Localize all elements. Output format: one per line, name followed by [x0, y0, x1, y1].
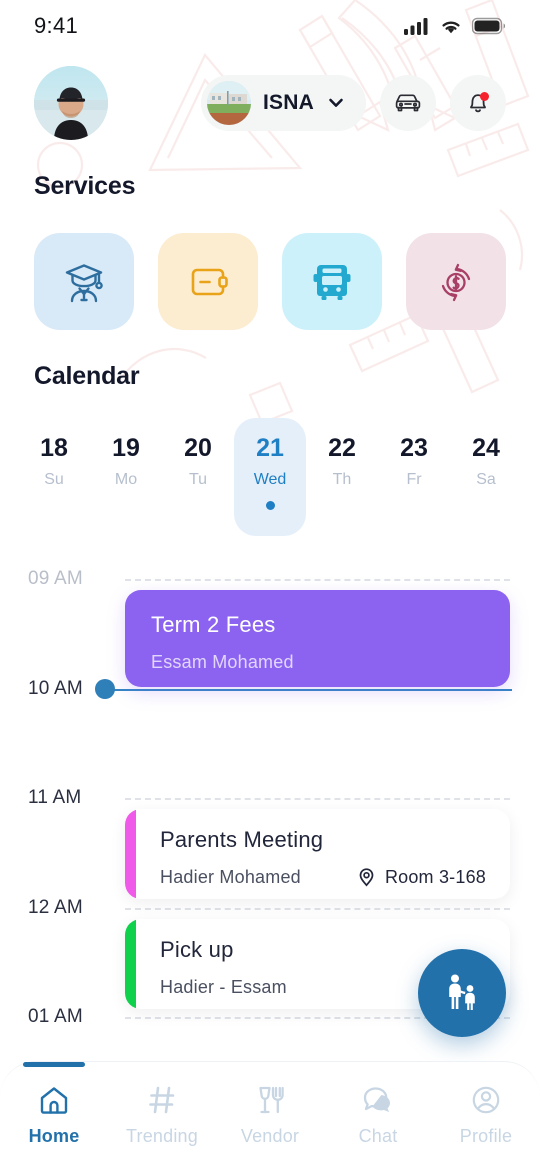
event-card-term-2-fees[interactable]: Term 2 Fees Essam Mohamed: [125, 590, 510, 687]
calendar-day-name: Su: [44, 471, 64, 488]
notifications-button[interactable]: [450, 75, 506, 131]
event-body: Parents Meeting Hadier Mohamed Room 3-16…: [136, 809, 510, 899]
time-slot-divider: [125, 579, 510, 581]
chevron-down-icon: [329, 98, 343, 107]
user-circle-icon: [472, 1086, 500, 1114]
time-slot-label: 10 AM: [28, 678, 83, 699]
calendar-day-name: Sa: [476, 471, 496, 488]
nav-tab-chat[interactable]: Chat: [324, 1084, 432, 1147]
notification-badge: [480, 92, 489, 101]
service-tile-bus[interactable]: [282, 233, 382, 330]
event-title: Term 2 Fees: [151, 612, 276, 637]
nav-tab-home[interactable]: Home: [0, 1062, 108, 1147]
bell-icon: [470, 94, 486, 113]
calendar-day-21-selected[interactable]: 21 Wed: [234, 418, 306, 536]
nav-tab-vendor[interactable]: Vendor: [216, 1084, 324, 1147]
calendar-day-23[interactable]: 23 Fr: [378, 418, 450, 536]
wifi-icon: [442, 21, 460, 34]
phone-screen: 9:41 ISNA Services Calendar 18 Su 19 Mo …: [0, 0, 540, 1167]
time-slot-divider: [125, 908, 510, 910]
services-row: [34, 233, 506, 330]
calendar-title: Calendar: [34, 362, 140, 390]
time-slot-label: 09 AM: [28, 568, 83, 589]
status-bar-time: 9:41: [34, 13, 79, 38]
calendar-day-18[interactable]: 18 Su: [18, 418, 90, 536]
nav-tab-trending[interactable]: Trending: [108, 1084, 216, 1147]
service-tile-wallet[interactable]: [158, 233, 258, 330]
calendar-day-name: Tu: [188, 471, 208, 488]
school-selector[interactable]: ISNA: [201, 75, 366, 131]
calendar-day-name: Fr: [406, 471, 422, 488]
calendar-day-number: 20: [184, 434, 212, 462]
parent-child-icon: [449, 974, 475, 1010]
battery-icon: [472, 17, 506, 35]
calendar-day-22[interactable]: 22 Th: [306, 418, 378, 536]
calendar-day-19[interactable]: 19 Mo: [90, 418, 162, 536]
chat-bubble-icon: [363, 1087, 390, 1112]
event-title: Parents Meeting: [160, 827, 324, 852]
nav-tab-profile[interactable]: Profile: [432, 1084, 540, 1147]
calendar-day-number: 23: [400, 434, 428, 462]
pickup-fab-button[interactable]: [418, 949, 506, 1037]
event-meta-row: Hadier Mohamed Room 3-168: [160, 867, 486, 888]
home-icon: [40, 1087, 68, 1114]
hash-icon: [149, 1086, 175, 1114]
service-tile-student[interactable]: [34, 233, 134, 330]
event-card-parents-meeting[interactable]: Parents Meeting Hadier Mohamed Room 3-16…: [125, 809, 510, 899]
time-slot-label: 11 AM: [28, 787, 82, 808]
services-title: Services: [34, 172, 136, 200]
current-time-line: [105, 689, 512, 691]
event-subtitle: Hadier Mohamed: [160, 867, 301, 887]
calendar-day-20[interactable]: 20 Tu: [162, 418, 234, 536]
header-actions: ISNA: [201, 75, 506, 131]
cellular-signal-icon: [404, 18, 428, 35]
school-name: ISNA: [263, 91, 314, 114]
time-slot-divider: [125, 798, 510, 800]
calendar-day-name: Mo: [114, 471, 138, 488]
school-thumbnail: [207, 81, 252, 125]
time-slot-label: 01 AM: [28, 1006, 83, 1027]
status-bar-icons: [404, 17, 506, 35]
refund-cycle-icon: [441, 263, 471, 301]
event-subtitle: Essam Mohamed: [151, 652, 294, 672]
nav-label: Vendor: [240, 1126, 300, 1146]
service-tile-refund[interactable]: [406, 233, 506, 330]
calendar-day-24[interactable]: 24 Sa: [450, 418, 522, 536]
status-bar: 9:41: [0, 0, 540, 52]
calendar-day-number: 21: [256, 434, 284, 462]
car-button[interactable]: [380, 75, 436, 131]
bus-icon: [313, 264, 351, 300]
nav-label: Home: [28, 1126, 80, 1146]
calendar-day-number: 24: [472, 434, 500, 462]
wallet-icon: [191, 268, 228, 295]
car-icon: [395, 94, 421, 112]
event-location: Room 3-168: [357, 867, 486, 888]
current-time-dot: [95, 679, 115, 699]
nav-label: Profile: [459, 1126, 513, 1146]
user-avatar[interactable]: [34, 66, 108, 140]
event-accent-bar: [125, 809, 136, 899]
event-subtitle: Hadier - Essam: [160, 977, 287, 997]
time-slot-label: 12 AM: [28, 897, 83, 918]
calendar-selected-dot: [265, 501, 275, 510]
calendar-day-name: Th: [332, 471, 352, 488]
calendar-day-name: Wed: [253, 471, 287, 488]
bottom-navigation: Home Trending Vendor Chat Profile: [0, 1061, 540, 1167]
calendar-day-number: 18: [40, 434, 68, 462]
app-header: ISNA: [0, 63, 540, 143]
event-location-text: Room 3-168: [384, 867, 486, 887]
nav-label: Chat: [358, 1126, 398, 1146]
graduate-student-icon: [65, 263, 103, 302]
calendar-day-number: 19: [112, 434, 140, 462]
calendar-day-number: 22: [328, 434, 356, 462]
calendar-day-strip: 18 Su 19 Mo 20 Tu 21 Wed 22 Th 23 Fr 24 …: [18, 418, 522, 536]
cutlery-icon: [259, 1086, 284, 1114]
event-accent-bar: [125, 919, 136, 1009]
active-tab-indicator: [23, 1062, 85, 1067]
location-pin-icon: [359, 868, 374, 887]
nav-label: Trending: [126, 1126, 198, 1146]
